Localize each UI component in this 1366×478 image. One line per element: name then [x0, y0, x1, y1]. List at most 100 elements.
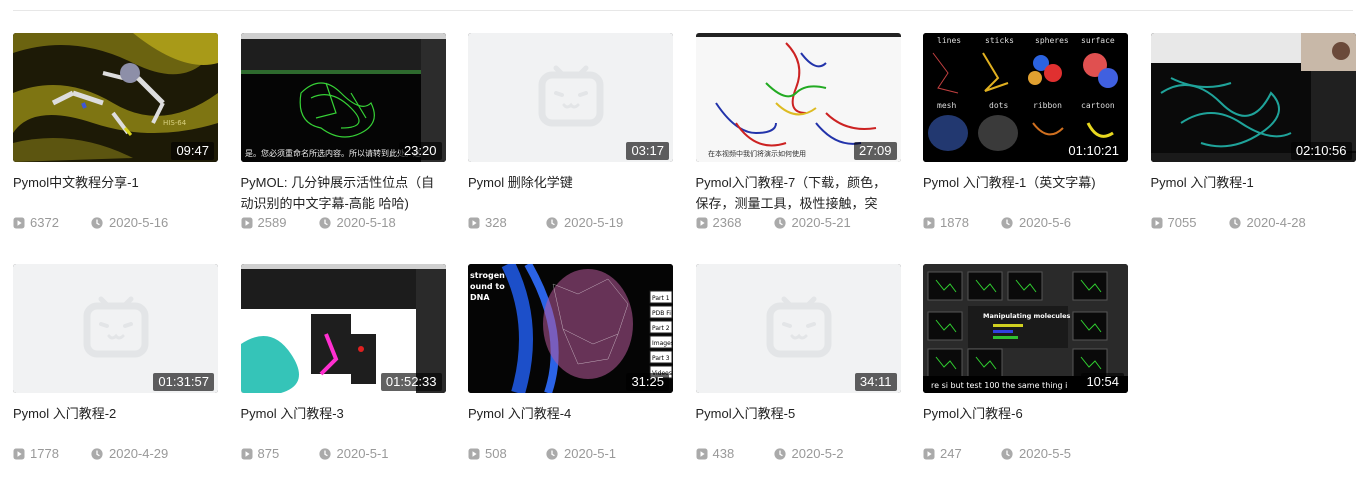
- video-card[interactable]: strogen ound to DNA Part 1 PDB File Part 2…: [468, 264, 673, 471]
- video-card[interactable]: 在本视频中我们将演示如何使用 27:09 Pymol入门教程-7（下载，颜色，保…: [695, 33, 901, 240]
- svg-text:strogen: strogen: [470, 271, 505, 280]
- play-count-value: 1778: [30, 446, 59, 461]
- play-count-icon: [241, 448, 252, 459]
- video-title[interactable]: Pymol入门教程-5: [696, 403, 896, 445]
- video-thumbnail[interactable]: 03:17: [468, 33, 673, 162]
- video-card[interactable]: 02:10:56 Pymol 入门教程-1 7055 2020-4-28: [1150, 33, 1356, 240]
- upload-date-value: 2020-5-21: [791, 215, 851, 230]
- play-count-value: 508: [485, 446, 507, 461]
- clock-icon: [1001, 216, 1013, 229]
- video-title[interactable]: Pymol 入门教程-1（英文字幕): [923, 172, 1123, 214]
- video-title[interactable]: Pymol 入门教程-1: [1151, 172, 1351, 214]
- play-count-value: 7055: [1167, 215, 1197, 230]
- section-divider: [13, 10, 1353, 11]
- clock-icon: [773, 216, 786, 229]
- video-title[interactable]: Pymol 入门教程-3: [241, 403, 441, 445]
- video-duration: 27:09: [853, 142, 897, 160]
- upload-date: 2020-5-19: [546, 215, 623, 230]
- clock-icon: [91, 447, 103, 460]
- video-thumbnail[interactable]: HIS-64 09:47: [13, 33, 218, 162]
- video-duration: 01:52:33: [380, 373, 442, 391]
- upload-date-value: 2020-5-1: [564, 446, 617, 461]
- play-count: 2368: [696, 215, 774, 230]
- svg-text:HIS-64: HIS-64: [163, 119, 187, 127]
- svg-text:DNA: DNA: [470, 293, 490, 302]
- video-duration: 31:25: [626, 373, 669, 391]
- video-card[interactable]: lines sticks spheres surface mesh dots r…: [923, 33, 1128, 240]
- video-meta: 438 2020-5-2: [696, 446, 844, 461]
- video-meta: 1878 2020-5-6: [923, 215, 1071, 230]
- clock-icon: [318, 447, 331, 460]
- svg-text:Part 2: Part 2: [652, 325, 670, 332]
- video-thumbnail[interactable]: 34:11: [695, 264, 901, 393]
- play-count-icon: [468, 217, 480, 228]
- video-card[interactable]: 01:52:33 Pymol 入门教程-3 875 2020-5-1: [240, 264, 446, 471]
- clock-icon: [546, 216, 558, 229]
- video-title[interactable]: Pymol入门教程-7（下载，颜色，保存，测量工具，极性接触，突: [696, 172, 896, 214]
- video-card[interactable]: 34:11 Pymol入门教程-5 438 2020-5-2: [695, 264, 901, 471]
- video-meta: 508 2020-5-1: [468, 446, 616, 461]
- upload-date-value: 2020-5-6: [1019, 215, 1072, 230]
- upload-date-value: 2020-4-28: [1246, 215, 1306, 230]
- play-count-icon: [1151, 217, 1162, 228]
- video-duration: 01:10:21: [1063, 142, 1124, 160]
- video-thumbnail[interactable]: lines sticks spheres surface mesh dots r…: [923, 33, 1128, 162]
- upload-date-value: 2020-5-5: [1019, 446, 1072, 461]
- video-title[interactable]: Pymol 入门教程-2: [13, 403, 213, 445]
- play-count-value: 875: [257, 446, 280, 461]
- video-thumbnail[interactable]: 01:52:33: [240, 264, 446, 393]
- video-card[interactable]: 01:31:57 Pymol 入门教程-2 1778 2020-4-29: [13, 264, 218, 471]
- upload-date: 2020-5-2: [773, 446, 844, 461]
- upload-date: 2020-5-21: [773, 215, 851, 230]
- upload-date: 2020-4-29: [91, 446, 168, 461]
- video-title[interactable]: PyMOL: 几分钟展示活性位点（自动识别的中文字幕-高能 哈哈): [241, 172, 441, 214]
- video-thumbnail[interactable]: 在本视频中我们将演示如何使用 27:09: [695, 33, 901, 162]
- video-title[interactable]: Pymol入门教程-6: [923, 403, 1123, 445]
- video-meta: 6372 2020-5-16: [13, 215, 168, 230]
- svg-text:ound to: ound to: [470, 282, 505, 291]
- video-thumbnail[interactable]: 是。您必须重命名所选内容。所以请转到此处。这 23:20: [240, 33, 446, 162]
- upload-date-value: 2020-5-2: [791, 446, 844, 461]
- clock-icon: [1001, 447, 1013, 460]
- svg-text:在本视频中我们将演示如何使用: 在本视频中我们将演示如何使用: [708, 149, 806, 158]
- play-count-icon: [923, 217, 935, 228]
- svg-text:sticks: sticks: [985, 36, 1014, 45]
- video-title[interactable]: Pymol 删除化学键: [468, 172, 668, 214]
- svg-text:lines: lines: [937, 36, 961, 45]
- clock-icon: [1228, 216, 1241, 229]
- upload-date-value: 2020-5-16: [109, 215, 169, 230]
- video-thumbnail[interactable]: Manipulating molecules re si but test 10…: [923, 264, 1128, 393]
- play-count: 438: [696, 446, 774, 461]
- video-meta: 7055 2020-4-28: [1151, 215, 1306, 230]
- video-thumbnail[interactable]: 01:31:57: [13, 264, 218, 393]
- video-title[interactable]: Pymol中文教程分享-1: [13, 172, 213, 214]
- video-duration: 01:31:57: [153, 373, 214, 391]
- video-thumbnail[interactable]: strogen ound to DNA Part 1 PDB File Part 2…: [468, 264, 673, 393]
- play-count-icon: [923, 448, 935, 459]
- upload-date: 2020-5-1: [318, 446, 389, 461]
- play-count-value: 2589: [257, 215, 287, 230]
- video-card[interactable]: 03:17 Pymol 删除化学键 328 2020-5-19: [468, 33, 673, 240]
- video-thumbnail[interactable]: 02:10:56: [1150, 33, 1356, 162]
- video-card[interactable]: HIS-64 09:47 Pymol中文教程分享-1 6372 2020-5-1…: [13, 33, 218, 240]
- video-grid: HIS-64 09:47 Pymol中文教程分享-1 6372 2020-5-1…: [13, 33, 1356, 471]
- upload-date: 2020-5-6: [1001, 215, 1071, 230]
- video-title[interactable]: Pymol 入门教程-4: [468, 403, 668, 445]
- play-count-value: 2368: [712, 215, 742, 230]
- svg-text:是。您必须重命名所选内容。所以请转到此处。这: 是。您必须重命名所选内容。所以请转到此处。这: [245, 148, 421, 158]
- video-card[interactable]: Manipulating molecules re si but test 10…: [923, 264, 1128, 471]
- video-meta: 328 2020-5-19: [468, 215, 623, 230]
- play-count: 328: [468, 215, 546, 230]
- play-count: 875: [241, 446, 319, 461]
- video-duration: 23:20: [398, 142, 442, 160]
- video-meta: 875 2020-5-1: [241, 446, 389, 461]
- upload-date-value: 2020-4-29: [109, 446, 169, 461]
- video-duration: 34:11: [854, 373, 897, 391]
- svg-text:Manipulating molecules: Manipulating molecules: [983, 312, 1070, 320]
- upload-date: 2020-5-16: [91, 215, 168, 230]
- svg-text:Part 1: Part 1: [652, 295, 670, 302]
- play-count-icon: [468, 448, 480, 459]
- video-card[interactable]: 是。您必须重命名所选内容。所以请转到此处。这 23:20 PyMOL: 几分钟展…: [240, 33, 446, 240]
- video-duration: 10:54: [1081, 373, 1124, 391]
- play-count-value: 1878: [940, 215, 969, 230]
